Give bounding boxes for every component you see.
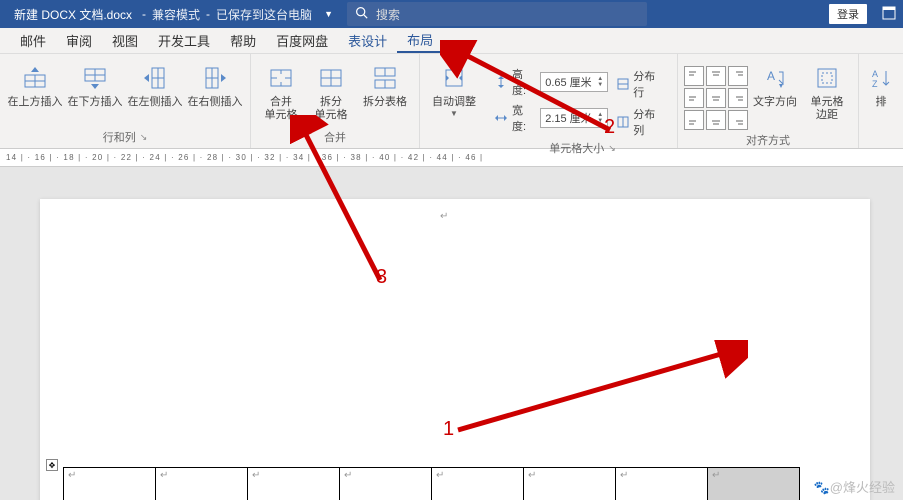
insert-right-button[interactable]: 在右侧插入 [186,58,244,109]
table-cell[interactable]: ↵ [248,468,340,500]
login-button[interactable]: 登录 [829,4,867,24]
annotation-number-2: 2 [604,116,615,139]
tab-review[interactable]: 审阅 [56,28,102,53]
annotation-number-1: 1 [443,418,454,441]
sort-icon: AZ [867,64,895,92]
align-top-left[interactable] [684,66,704,86]
group-rows-cols: 在上方插入 在下方插入 在左侧插入 在右侧插入 行和列↘ [0,54,251,148]
doc-filename: 新建 DOCX 文档.docx [0,6,142,23]
insert-below-button[interactable]: 在下方插入 [66,58,124,109]
width-icon [494,111,508,125]
group-alignment: A 文字方向 单元格 边距 对齐方式 [678,54,859,148]
table-row: ↵↵↵↵↵↵↵↵ [64,468,800,500]
tab-help[interactable]: 帮助 [220,28,266,53]
split-cells-icon [317,64,345,92]
align-top-right[interactable] [728,66,748,86]
height-icon [494,75,508,89]
distribute-rows-icon [616,77,630,91]
tab-mail[interactable]: 邮件 [10,28,56,53]
row-height-control[interactable]: 高度: 0.65 厘米▲▼ [494,66,608,98]
ribbon: 在上方插入 在下方插入 在左侧插入 在右侧插入 行和列↘ 合并 单元格 [0,54,903,149]
table-cell-selected[interactable]: ↵ [708,468,800,500]
align-mid-right[interactable] [728,88,748,108]
width-spinner[interactable]: 2.15 厘米▲▼ [540,108,608,128]
alignment-grid [684,58,748,130]
insert-above-button[interactable]: 在上方插入 [6,58,64,109]
cell-margins-icon [813,64,841,92]
annotation-number-3: 3 [376,266,387,289]
align-mid-center[interactable] [706,88,726,108]
insert-above-icon [21,64,49,92]
chevron-down-icon: ▼ [450,109,458,118]
cell-margins-button[interactable]: 单元格 边距 [802,58,852,122]
table-cell[interactable]: ↵ [340,468,432,500]
align-mid-left[interactable] [684,88,704,108]
svg-text:A: A [767,69,775,83]
document-area: ↵ ✥ ↵↵↵↵↵↵↵↵ ↵↵↵↵↵↵↵↵ ↵↵↵↵↵↵↵↵ ↵↵↵↵↵↵↵↵ … [0,167,903,500]
distribute-cols-button[interactable]: 分布列 [616,106,665,138]
title-dropdown-icon[interactable]: ▼ [318,9,339,19]
text-direction-button[interactable]: A 文字方向 [750,58,800,109]
watermark: 🐾@烽火经验 [814,477,895,496]
group-merge: 合并 单元格 拆分 单元格 拆分表格 合并 [251,54,420,148]
autofit-icon [440,64,468,92]
group-sort: AZ 排 [859,54,903,148]
tab-layout[interactable]: 布局 [397,28,443,53]
col-width-control[interactable]: 宽度: 2.15 厘米▲▼ [494,102,608,134]
ribbon-tabs: 邮件 审阅 视图 开发工具 帮助 百度网盘 表设计 布局 [0,28,903,54]
align-bot-right[interactable] [728,110,748,130]
merge-cells-button[interactable]: 合并 单元格 [257,58,305,122]
dialog-launcher-icon[interactable]: ↘ [608,143,616,154]
tab-table-design[interactable]: 表设计 [338,28,397,53]
align-bot-left[interactable] [684,110,704,130]
table-cell[interactable]: ↵ [432,468,524,500]
text-direction-icon: A [761,64,789,92]
merge-cells-icon [267,64,295,92]
svg-text:Z: Z [872,79,878,89]
table-cell[interactable]: ↵ [524,468,616,500]
paragraph-mark: ↵ [440,211,448,222]
saved-status: 已保存到这台电脑 [210,6,318,23]
insert-left-icon [141,64,169,92]
insert-below-icon [81,64,109,92]
title-bar: 新建 DOCX 文档.docx - 兼容模式 - 已保存到这台电脑 ▼ 搜索 登… [0,0,903,28]
align-top-center[interactable] [706,66,726,86]
dialog-launcher-icon[interactable]: ↘ [140,132,148,143]
compat-mode: 兼容模式 [146,6,206,23]
insert-right-icon [201,64,229,92]
table-move-handle[interactable]: ✥ [46,459,58,471]
table-cell[interactable]: ↵ [156,468,248,500]
tab-view[interactable]: 视图 [102,28,148,53]
group-cell-size: 高度: 0.65 厘米▲▼ 宽度: 2.15 厘米▲▼ 分布行 分布列 [488,54,678,148]
search-placeholder: 搜索 [376,6,400,23]
group-autofit: 自动调整 ▼ [420,54,488,148]
search-box[interactable]: 搜索 [347,2,647,26]
height-spinner[interactable]: 0.65 厘米▲▼ [540,72,608,92]
split-table-button[interactable]: 拆分表格 [357,58,413,109]
align-bot-center[interactable] [706,110,726,130]
word-table[interactable]: ↵↵↵↵↵↵↵↵ ↵↵↵↵↵↵↵↵ ↵↵↵↵↵↵↵↵ ↵↵↵↵↵↵↵↵ [63,467,800,500]
sort-button[interactable]: AZ 排 [865,58,897,109]
page[interactable]: ↵ [40,199,870,500]
distribute-rows-button[interactable]: 分布行 [616,68,665,100]
insert-left-button[interactable]: 在左侧插入 [126,58,184,109]
ribbon-display-icon[interactable] [875,6,903,23]
horizontal-ruler[interactable]: 14 | · 16 | · 18 | · 20 | · 22 | · 24 | … [0,149,903,167]
split-table-icon [371,64,399,92]
search-icon [355,6,368,22]
split-cells-button[interactable]: 拆分 单元格 [307,58,355,122]
table-cell[interactable]: ↵ [616,468,708,500]
distribute-cols-icon [616,115,630,129]
autofit-button[interactable]: 自动调整 ▼ [426,58,482,118]
tab-baidu[interactable]: 百度网盘 [266,28,338,53]
tab-dev[interactable]: 开发工具 [148,28,220,53]
table-cell[interactable]: ↵ [64,468,156,500]
svg-text:A: A [872,69,878,79]
